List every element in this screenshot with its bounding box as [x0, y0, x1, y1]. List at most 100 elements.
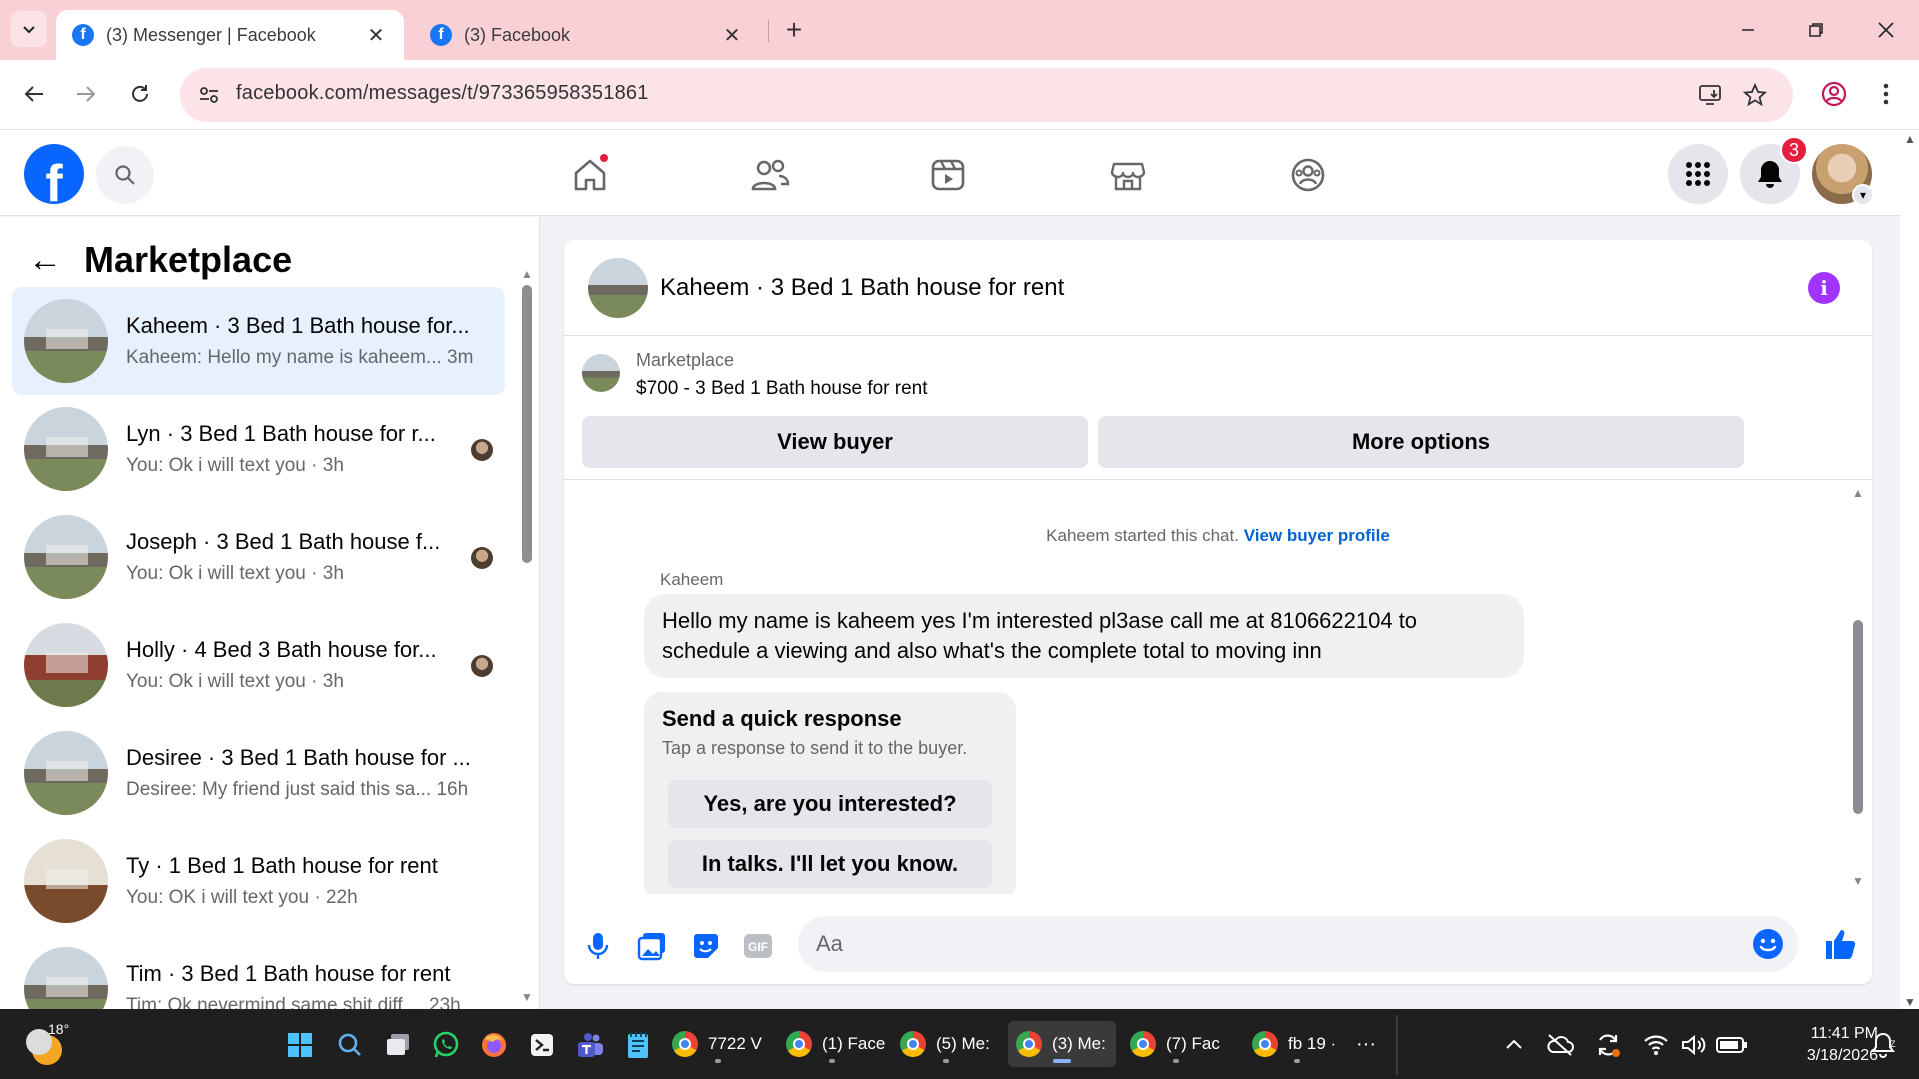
nav-video[interactable] [918, 150, 978, 200]
quick-response-option[interactable]: In talks. I'll let you know. [668, 840, 992, 888]
scrollbar-thumb[interactable] [1853, 620, 1863, 814]
taskbar-chrome-window[interactable]: fb 19 · [1244, 1021, 1350, 1067]
show-hidden-icons-button[interactable] [1498, 1029, 1530, 1061]
taskbar-chrome-window[interactable]: (7) Fac [1122, 1021, 1230, 1067]
view-buyer-button[interactable]: View buyer [582, 416, 1088, 468]
address-bar[interactable]: facebook.com/messages/t/973365958351861 [180, 68, 1793, 122]
voice-clip-button[interactable] [580, 928, 616, 964]
clock-time: 11:41 PM [1810, 1025, 1878, 1042]
message-input[interactable] [816, 926, 1716, 962]
message-sender: Kaheem [660, 570, 724, 589]
teams-button[interactable] [574, 1029, 606, 1061]
taskbar-chrome-window[interactable]: (1) Face [778, 1021, 886, 1067]
menu-button[interactable] [1668, 144, 1728, 204]
quick-response-title: Send a quick response [662, 706, 902, 731]
back-button[interactable] [14, 74, 54, 114]
conversation-item[interactable]: Lyn · 3 Bed 1 Bath house for r... You: O… [12, 395, 505, 503]
bookmark-star-icon[interactable] [1740, 80, 1770, 110]
start-button[interactable] [284, 1029, 316, 1061]
gif-button[interactable]: GIF [740, 928, 776, 964]
forward-button[interactable] [66, 74, 106, 114]
facebook-logo-icon[interactable]: f [24, 144, 84, 204]
conversation-item[interactable]: Holly · 4 Bed 3 Bath house for... You: O… [12, 611, 505, 719]
scrollbar-thumb[interactable] [522, 285, 532, 563]
attach-photo-button[interactable] [634, 928, 670, 964]
listing-thumbnail [24, 299, 108, 383]
reload-button[interactable] [120, 74, 160, 114]
scroll-up-icon[interactable]: ▲ [1852, 486, 1864, 500]
scroll-down-icon[interactable]: ▼ [1904, 995, 1916, 1009]
taskbar-chrome-window[interactable]: 7722 V [664, 1021, 772, 1067]
listing-title[interactable]: $700 - 3 Bed 1 Bath house for rent [636, 378, 928, 400]
message-thread-scrollbar[interactable]: ▲ ▼ [1852, 486, 1864, 888]
notification-center-button[interactable]: Z [1870, 1031, 1900, 1061]
browser-tab-strip: f (3) Messenger | Facebook ✕ f (3) Faceb… [0, 0, 1919, 60]
install-app-icon[interactable] [1696, 80, 1726, 110]
conversation-item[interactable]: Joseph · 3 Bed 1 Bath house f... You: Ok… [12, 503, 505, 611]
nav-friends[interactable] [740, 150, 800, 200]
back-arrow-icon[interactable]: ← [28, 241, 68, 280]
notepad-button[interactable] [622, 1029, 654, 1061]
close-tab-icon[interactable]: ✕ [364, 23, 388, 48]
send-like-button[interactable] [1820, 924, 1860, 964]
taskbar-chrome-window[interactable]: (5) Me: [892, 1021, 1000, 1067]
conversation-item[interactable]: Desiree · 3 Bed 1 Bath house for ... Des… [12, 719, 505, 827]
taskbar-divider [1396, 1015, 1398, 1075]
emoji-button[interactable] [1752, 928, 1784, 960]
wifi-status[interactable] [1640, 1029, 1672, 1061]
conversation-list-scrollbar[interactable]: ▲ [521, 267, 533, 967]
reload-icon [132, 85, 148, 102]
scroll-down-icon[interactable]: ▼ [521, 990, 533, 1004]
conversation-item[interactable]: Ty · 1 Bed 1 Bath house for rent You: OK… [12, 827, 505, 935]
quick-response-option[interactable]: Yes, are you interested? [668, 780, 992, 828]
browser-tab-facebook[interactable]: f (3) Facebook ✕ [414, 10, 760, 60]
conversation-item[interactable]: Kaheem · 3 Bed 1 Bath house for... Kahee… [12, 287, 505, 395]
conversation-item[interactable]: Tim · 3 Bed 1 Bath house for rent Tim: O… [12, 935, 505, 1009]
grid-menu-icon [1686, 162, 1710, 186]
sync-status[interactable] [1592, 1029, 1624, 1061]
new-tab-button[interactable]: + [776, 12, 812, 48]
site-settings-icon[interactable] [196, 82, 222, 108]
scroll-up-icon[interactable]: ▲ [1904, 132, 1916, 146]
battery-status[interactable] [1716, 1029, 1748, 1061]
sticker-button[interactable] [688, 928, 724, 964]
task-view-button[interactable] [382, 1029, 414, 1061]
taskbar-chrome-window-active[interactable]: (3) Me: [1008, 1021, 1116, 1067]
chrome-icon [1252, 1031, 1278, 1057]
taskbar-more-button[interactable]: ··· [1356, 1021, 1386, 1067]
weather-widget[interactable]: 18° [24, 1021, 69, 1065]
profile-button[interactable] [1814, 74, 1854, 114]
conversation-name: Holly · 4 Bed 3 Bath house for... [126, 637, 437, 662]
page-scrollbar[interactable]: ▲ ▼ [1900, 130, 1919, 1009]
browser-menu-button[interactable] [1866, 74, 1906, 114]
firefox-button[interactable] [478, 1029, 510, 1061]
taskbar-app-button[interactable] [526, 1029, 558, 1061]
conversation-name: Joseph · 3 Bed 1 Bath house f... [126, 529, 441, 554]
conversation-preview: You: Ok i will text you · 3h [126, 563, 344, 584]
more-options-button[interactable]: More options [1098, 416, 1744, 468]
onedrive-status[interactable] [1544, 1029, 1576, 1061]
taskbar-search-button[interactable] [334, 1029, 366, 1061]
scroll-up-icon[interactable]: ▲ [521, 267, 533, 281]
search-button[interactable] [96, 146, 154, 204]
close-tab-icon[interactable]: ✕ [720, 23, 744, 48]
chevron-down-icon[interactable]: ▾ [1852, 184, 1874, 206]
scroll-down-icon[interactable]: ▼ [1852, 874, 1864, 888]
volume-status[interactable] [1678, 1029, 1710, 1061]
nav-marketplace[interactable] [1098, 150, 1158, 200]
nav-groups[interactable] [1278, 150, 1338, 200]
listing-label: Marketplace [636, 350, 735, 370]
chat-listing-avatar[interactable] [588, 257, 648, 318]
browser-tab-messenger[interactable]: f (3) Messenger | Facebook ✕ [56, 10, 404, 60]
info-icon[interactable]: i [1808, 272, 1840, 304]
restore-button[interactable] [1796, 10, 1836, 50]
message-composer: GIF [564, 904, 1872, 984]
nav-home[interactable] [560, 150, 620, 200]
tab-search-dropdown[interactable] [11, 11, 47, 47]
listing-thumbnail[interactable] [582, 354, 620, 392]
view-buyer-profile-link[interactable]: View buyer profile [1244, 526, 1390, 545]
close-window-button[interactable] [1866, 10, 1906, 50]
system-clock[interactable]: 11:41 PM 3/18/2026 [1768, 1023, 1878, 1067]
whatsapp-button[interactable] [430, 1029, 462, 1061]
minimize-button[interactable] [1728, 10, 1768, 50]
